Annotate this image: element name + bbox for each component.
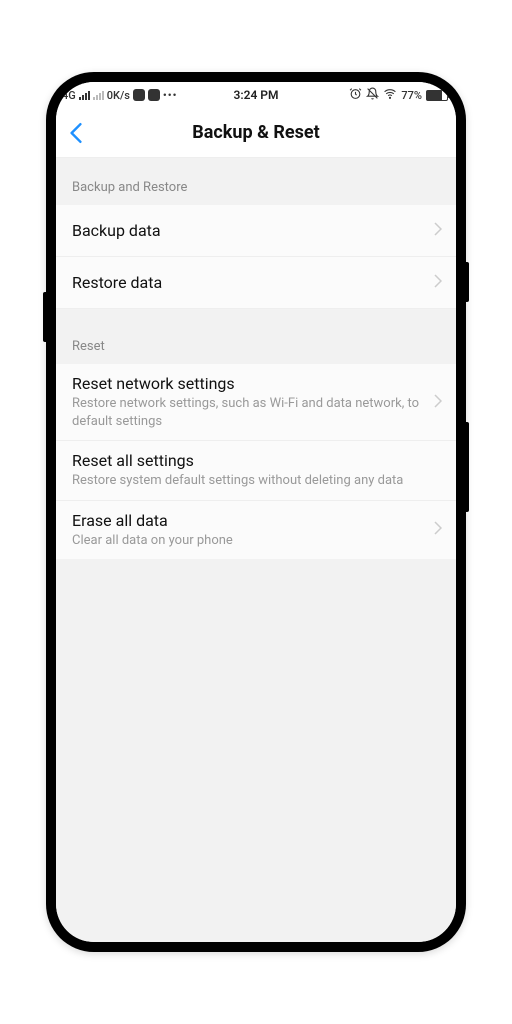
alarm-icon [349,87,362,103]
status-time: 3:24 PM [233,88,278,102]
wifi-icon [383,87,397,103]
phone-frame: 4G 0K/s ••• 3:24 PM 77% [46,72,466,952]
signal-icon-secondary [93,90,104,100]
back-button[interactable] [56,108,96,158]
battery-percent: 77% [401,89,422,102]
item-restore-data[interactable]: Restore data [56,257,456,309]
chevron-right-icon [434,273,442,292]
side-button-left [43,292,46,342]
item-subtitle: Clear all data on your phone [72,532,426,550]
chevron-right-icon [434,221,442,240]
more-icon: ••• [163,89,178,102]
status-right: 77% [349,87,448,103]
item-erase-all[interactable]: Erase all data Clear all data on your ph… [56,501,456,560]
status-bar: 4G 0K/s ••• 3:24 PM 77% [56,82,456,108]
chevron-left-icon [69,122,83,144]
side-button-right-1 [466,422,469,512]
bell-off-icon [366,87,379,103]
item-title: Erase all data [72,511,426,530]
app-icon-2 [148,89,160,101]
item-title: Backup data [72,221,426,240]
network-type: 4G [62,89,76,102]
item-subtitle: Restore network settings, such as Wi-Fi … [72,395,426,430]
chevron-right-icon [434,520,442,539]
data-speed: 0K/s [107,89,130,102]
status-left: 4G 0K/s ••• [62,89,177,102]
side-button-right-2 [466,262,469,302]
item-reset-network[interactable]: Reset network settings Restore network s… [56,364,456,441]
content: Backup and Restore Backup data Restore d… [56,158,456,942]
item-subtitle: Restore system default settings without … [72,472,442,490]
item-title: Restore data [72,273,426,292]
screen: 4G 0K/s ••• 3:24 PM 77% [56,82,456,942]
signal-icon [79,90,90,100]
page-title: Backup & Reset [192,122,319,143]
app-icon-1 [133,89,145,101]
item-title: Reset all settings [72,451,442,470]
section-header-reset: Reset [56,329,456,364]
battery-icon [426,90,448,101]
chevron-right-icon [434,393,442,412]
item-reset-all[interactable]: Reset all settings Restore system defaul… [56,441,456,501]
item-backup-data[interactable]: Backup data [56,205,456,257]
nav-bar: Backup & Reset [56,108,456,158]
item-title: Reset network settings [72,374,426,393]
section-header-backup: Backup and Restore [56,158,456,205]
